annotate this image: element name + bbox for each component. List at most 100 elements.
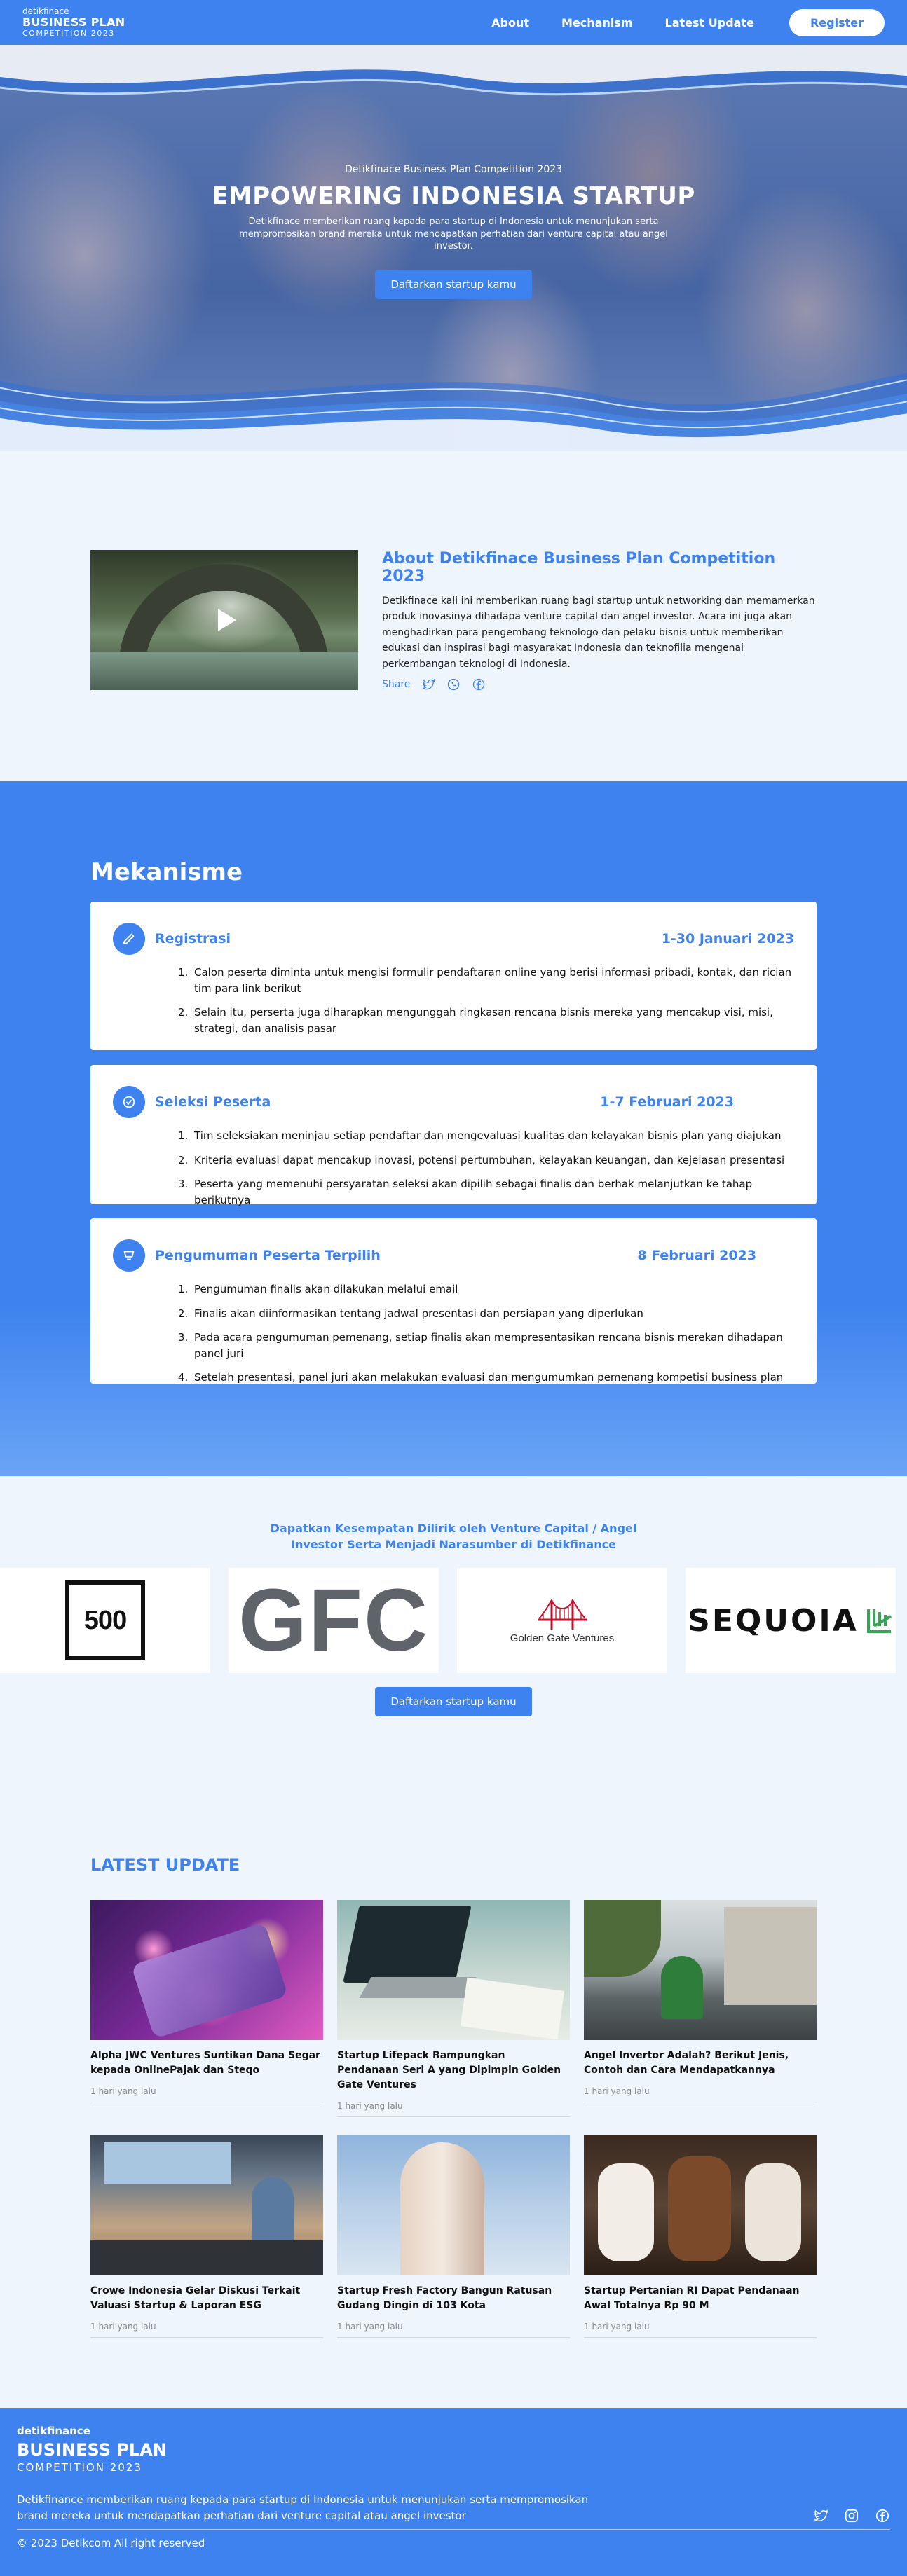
news-thumbnail[interactable] bbox=[90, 2135, 323, 2275]
news-thumbnail[interactable] bbox=[337, 2135, 570, 2275]
thumb-phone bbox=[130, 1922, 289, 2039]
about-video[interactable] bbox=[90, 550, 358, 690]
about-section: About Detikfinace Business Plan Competit… bbox=[90, 550, 817, 691]
news-card[interactable]: Startup Pertanian RI Dapat Pendanaan Awa… bbox=[584, 2135, 817, 2338]
footer-divider bbox=[17, 2528, 890, 2530]
news-card[interactable]: Startup Fresh Factory Bangun Ratusan Gud… bbox=[337, 2135, 570, 2338]
thumb-tree bbox=[584, 1900, 661, 1977]
hero-content: Detikfinace Business Plan Competition 20… bbox=[0, 164, 907, 299]
facebook-icon[interactable] bbox=[472, 677, 486, 691]
vc-logo-strip: 500 GFC Golden Gate Ventures SEQUOIA bbox=[0, 1568, 907, 1673]
card-head: Pengumuman Peserta Terpilih 8 Februari 2… bbox=[113, 1239, 794, 1272]
thumb-laptop bbox=[343, 1906, 472, 1983]
about-title: About Detikfinace Business Plan Competit… bbox=[382, 550, 776, 585]
news-time: 1 hari yang lalu bbox=[337, 2101, 570, 2117]
page: detikfinace BUSINESS PLAN COMPETITION 20… bbox=[0, 0, 907, 2576]
news-card[interactable]: Alpha JWC Ventures Suntikan Dana Segar k… bbox=[90, 1900, 323, 2117]
pencil-icon bbox=[113, 923, 145, 955]
thumb-paper bbox=[460, 1977, 565, 2040]
vc-cta-wrap: Daftarkan startup kamu bbox=[0, 1687, 907, 1716]
news-thumbnail[interactable] bbox=[90, 1900, 323, 2040]
news-time: 1 hari yang lalu bbox=[584, 2086, 817, 2102]
hero-subtitle: Detikfinace Business Plan Competition 20… bbox=[344, 164, 563, 175]
nav-link-latest-update[interactable]: Latest Update bbox=[665, 16, 754, 29]
thumb-cow-3 bbox=[745, 2163, 801, 2261]
register-button[interactable]: Register bbox=[789, 8, 885, 36]
news-time: 1 hari yang lalu bbox=[584, 2322, 817, 2338]
list-item: Finalis akan diinformasikan tentang jadw… bbox=[191, 1306, 794, 1322]
card-list: Pengumuman finalis akan dilakukan melalu… bbox=[113, 1281, 794, 1386]
brand-big: BUSINESS PLAN bbox=[22, 15, 125, 29]
list-item: Setelah presentasi, panel juri akan mela… bbox=[191, 1370, 794, 1386]
footer-description: Detikfinance memberikan ruang kepada par… bbox=[17, 2493, 589, 2523]
news-card[interactable]: Angel Invertor Adalah? Berikut Jenis, Co… bbox=[584, 1900, 817, 2117]
news-title[interactable]: Crowe Indonesia Gelar Diskusi Terkait Va… bbox=[90, 2284, 323, 2313]
register-startup-button-2[interactable]: Daftarkan startup kamu bbox=[375, 1687, 532, 1716]
news-title[interactable]: Alpha JWC Ventures Suntikan Dana Segar k… bbox=[90, 2048, 323, 2078]
mechanism-card-seleksi: Seleksi Peserta 1-7 Februari 2023 Tim se… bbox=[90, 1065, 817, 1206]
thumb-cow-2 bbox=[668, 2156, 731, 2261]
news-time: 1 hari yang lalu bbox=[337, 2322, 570, 2338]
nav-link-about[interactable]: About bbox=[491, 16, 529, 29]
nav-link-mechanism[interactable]: Mechanism bbox=[561, 16, 633, 29]
news-time: 1 hari yang lalu bbox=[90, 2086, 323, 2102]
share-label: Share bbox=[382, 678, 411, 690]
brand-small: detikfinace bbox=[22, 6, 69, 16]
news-thumbnail[interactable] bbox=[584, 1900, 817, 2040]
news-title[interactable]: Startup Fresh Factory Bangun Ratusan Gud… bbox=[337, 2284, 570, 2313]
latest-update-section: LATEST UPDATE Alpha JWC Ventures Suntika… bbox=[90, 1855, 817, 2338]
footer: detikfinance BUSINESS PLAN COMPETITION 2… bbox=[0, 2408, 907, 2576]
news-time: 1 hari yang lalu bbox=[90, 2322, 323, 2338]
about-body: Detikfinace kali ini memberikan ruang ba… bbox=[382, 595, 815, 670]
list-item: Pengumuman finalis akan dilakukan melalu… bbox=[191, 1281, 794, 1297]
news-title[interactable]: Startup Lifepack Rampungkan Pendanaan Se… bbox=[337, 2048, 570, 2093]
logo-500-text: 500 bbox=[83, 1605, 127, 1635]
mechanism-title: Mekanisme bbox=[90, 858, 243, 886]
nav-links: About Mechanism Latest Update Register bbox=[491, 8, 885, 36]
news-grid: Alpha JWC Ventures Suntikan Dana Segar k… bbox=[90, 1900, 817, 2338]
play-icon[interactable] bbox=[218, 609, 236, 631]
footer-brand-small: detikfinance bbox=[17, 2425, 90, 2437]
card-list: Calon peserta diminta untuk mengisi form… bbox=[113, 965, 794, 1036]
vc-title-line2: Investor Serta Menjadi Narasumber di Det… bbox=[291, 1538, 616, 1552]
instagram-icon[interactable] bbox=[844, 2508, 859, 2523]
register-startup-button[interactable]: Daftarkan startup kamu bbox=[375, 269, 532, 299]
logo-golden-gate-ventures: Golden Gate Ventures bbox=[457, 1568, 667, 1673]
thumb-tower bbox=[400, 2142, 484, 2275]
list-item: Tim seleksiakan meninjau setiap pendafta… bbox=[191, 1128, 794, 1144]
card-head: Seleksi Peserta 1-7 Februari 2023 bbox=[113, 1086, 794, 1118]
logo-sequoia: SEQUOIA bbox=[686, 1568, 896, 1673]
mechanism-section: Mekanisme Registrasi 1-30 Januari 2023 C… bbox=[0, 781, 907, 1476]
news-card[interactable]: Startup Lifepack Rampungkan Pendanaan Se… bbox=[337, 1900, 570, 2117]
card-date: 1-7 Februari 2023 bbox=[600, 1094, 734, 1110]
thumb-cow-1 bbox=[598, 2163, 654, 2261]
news-thumbnail[interactable] bbox=[337, 1900, 570, 2040]
logo-500-mark: 500 bbox=[65, 1580, 145, 1660]
news-title[interactable]: Startup Pertanian RI Dapat Pendanaan Awa… bbox=[584, 2284, 817, 2313]
logo-sequoia-text: SEQUOIA bbox=[688, 1602, 859, 1639]
vc-section: Dapatkan Kesempatan Dilirik oleh Venture… bbox=[0, 1520, 907, 1716]
hero-banner: Detikfinace Business Plan Competition 20… bbox=[0, 45, 907, 451]
brand-logo[interactable]: detikfinace BUSINESS PLAN COMPETITION 20… bbox=[22, 6, 125, 39]
mechanism-card-pengumuman: Pengumuman Peserta Terpilih 8 Februari 2… bbox=[90, 1218, 817, 1384]
thumb-keyboard bbox=[359, 1977, 477, 1998]
mechanism-card-registrasi: Registrasi 1-30 Januari 2023 Calon peser… bbox=[90, 902, 817, 1050]
card-head: Registrasi 1-30 Januari 2023 bbox=[113, 923, 794, 955]
twitter-icon[interactable] bbox=[813, 2508, 828, 2523]
bottom-wave-decoration bbox=[0, 373, 907, 451]
news-thumbnail[interactable] bbox=[584, 2135, 817, 2275]
top-wave-decoration bbox=[0, 45, 907, 96]
vc-title-line1: Dapatkan Kesempatan Dilirik oleh Venture… bbox=[270, 1522, 637, 1535]
facebook-icon[interactable] bbox=[875, 2508, 890, 2523]
whatsapp-icon[interactable] bbox=[446, 677, 461, 691]
card-date: 8 Februari 2023 bbox=[637, 1248, 756, 1263]
latest-title: LATEST UPDATE bbox=[90, 1855, 240, 1875]
top-navbar: detikfinace BUSINESS PLAN COMPETITION 20… bbox=[0, 0, 907, 45]
golden-gate-bridge-icon bbox=[538, 1598, 587, 1630]
card-title: Pengumuman Peserta Terpilih bbox=[155, 1248, 381, 1263]
vc-title: Dapatkan Kesempatan Dilirik oleh Venture… bbox=[0, 1520, 907, 1552]
news-card[interactable]: Crowe Indonesia Gelar Diskusi Terkait Va… bbox=[90, 2135, 323, 2338]
card-title: Registrasi bbox=[155, 931, 231, 946]
twitter-icon[interactable] bbox=[421, 677, 436, 691]
news-title[interactable]: Angel Invertor Adalah? Berikut Jenis, Co… bbox=[584, 2048, 817, 2078]
